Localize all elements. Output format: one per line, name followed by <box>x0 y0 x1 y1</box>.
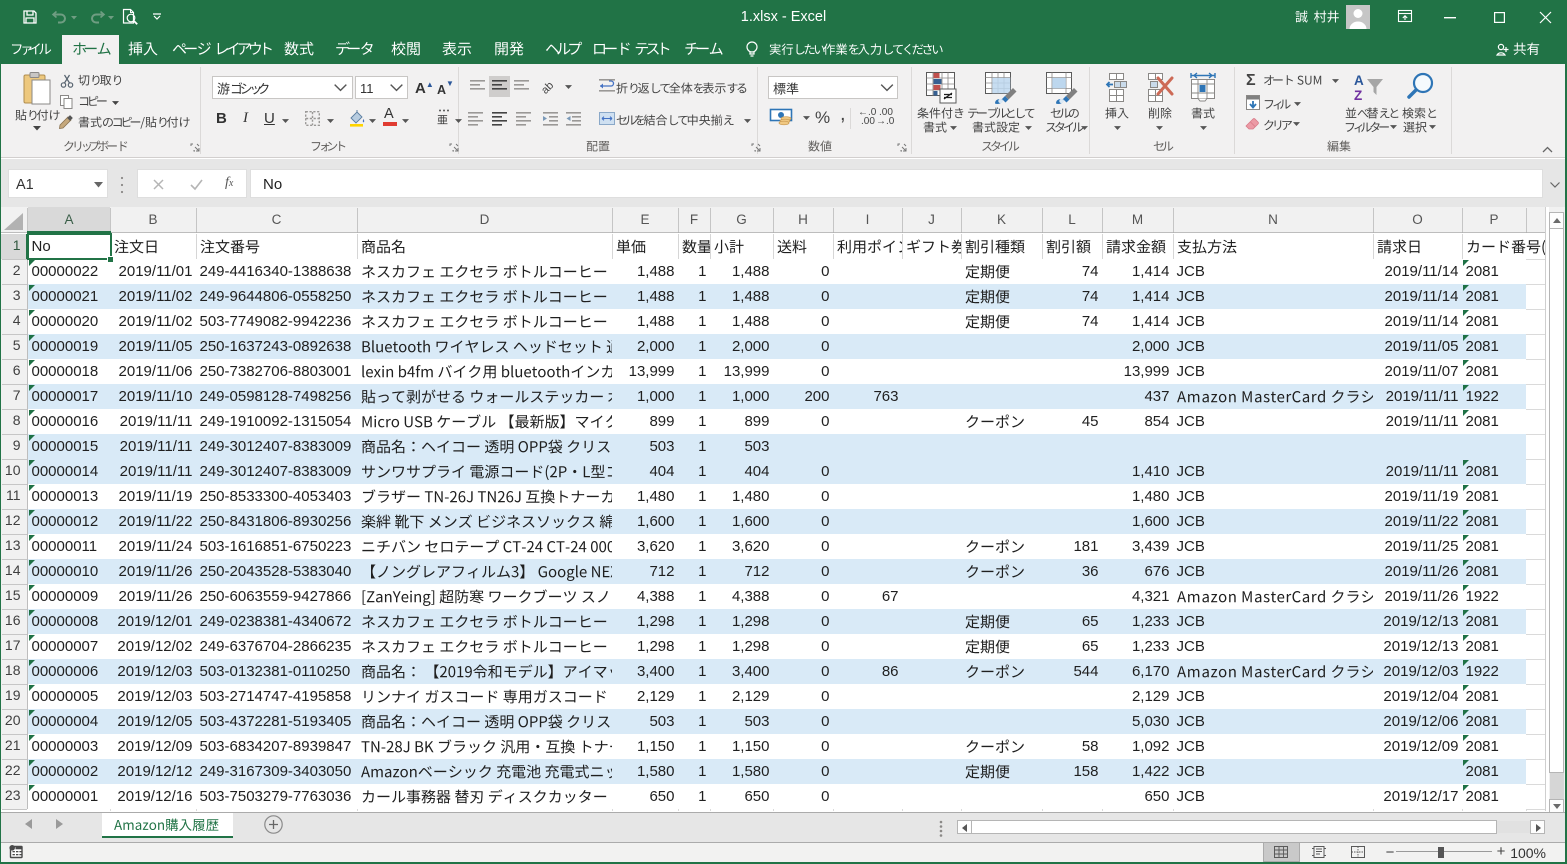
svg-text:Z: Z <box>1354 88 1362 103</box>
svg-text:A: A <box>1354 73 1364 88</box>
